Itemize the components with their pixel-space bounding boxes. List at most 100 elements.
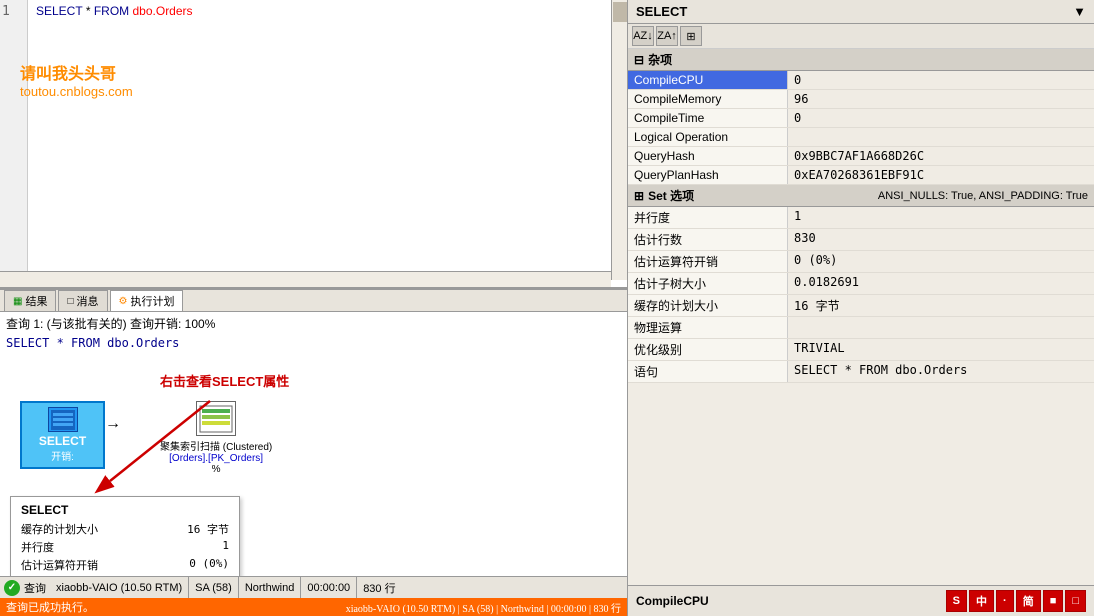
set-section: ⊞ Set 选项 ANSI_NULLS: True, ANSI_PADDING:… bbox=[628, 185, 1094, 383]
prop-row-physical-op: 物理运算 bbox=[628, 317, 1094, 339]
horizontal-scrollbar[interactable] bbox=[0, 271, 611, 287]
tooltip-val-3: 0.0182691 bbox=[169, 575, 229, 576]
misc-section-header[interactable]: ⊟ 杂项 bbox=[628, 49, 1094, 71]
tooltip-row-1: 并行度 1 bbox=[21, 539, 229, 555]
prop-val-compiletime: 0 bbox=[788, 109, 1094, 127]
status-items: xiaobb-VAIO (10.50 RTM) SA (58) Northwin… bbox=[50, 577, 402, 599]
prop-val-parallel: 1 bbox=[788, 207, 1094, 228]
scrollbar-thumb[interactable] bbox=[613, 2, 627, 22]
footer-btn-s[interactable]: S bbox=[946, 590, 967, 612]
tooltip-val-1: 1 bbox=[222, 539, 229, 555]
sql-star: * bbox=[86, 4, 94, 18]
watermark-url: toutou.cnblogs.com bbox=[20, 84, 133, 99]
right-panel: SELECT ▼ AZ↓ ZA↑ ⊞ ⊟ 杂项 bbox=[628, 0, 1094, 616]
grid-view-icon: ⊞ bbox=[686, 30, 695, 43]
prop-val-est-subtree: 0.0182691 bbox=[788, 273, 1094, 294]
footer-label: CompileCPU bbox=[636, 594, 709, 608]
sql-select-keyword: SELECT bbox=[36, 4, 82, 18]
tooltip-key-2: 估计运算符开销 bbox=[21, 557, 98, 573]
query-header: 查询 1: (与该批有关的) 查询开销: 100% bbox=[0, 312, 627, 335]
prop-key-logical-op: Logical Operation bbox=[628, 128, 788, 146]
plan-icon: ⚙ bbox=[119, 296, 128, 307]
prop-key-compilecpu: CompileCPU bbox=[628, 71, 788, 89]
set-section-label: Set 选项 bbox=[648, 187, 694, 204]
prop-val-statement: SELECT * FROM dbo.Orders bbox=[788, 361, 1094, 382]
prop-val-est-cost: 0 (0%) bbox=[788, 251, 1094, 272]
tab-execution-plan[interactable]: ⚙ 执行计划 bbox=[110, 290, 184, 311]
query-sql: SELECT * FROM dbo.Orders bbox=[0, 335, 627, 351]
status-db: Northwind bbox=[239, 577, 302, 599]
prop-key-cache-size: 缓存的计划大小 bbox=[628, 295, 788, 316]
left-panel: 1 SELECT * FROM dbo.Orders 请叫我头头哥 toutou… bbox=[0, 0, 628, 616]
prop-row-logical-op: Logical Operation bbox=[628, 128, 1094, 147]
prop-key-parallel: 并行度 bbox=[628, 207, 788, 228]
prop-row-est-cost: 估计运算符开销 0 (0%) bbox=[628, 251, 1094, 273]
prop-key-compiletime: CompileTime bbox=[628, 109, 788, 127]
select-icon-svg bbox=[51, 410, 75, 430]
error-text: 查询已成功执行。 bbox=[6, 599, 94, 615]
prop-row-compiletime: CompileTime 0 bbox=[628, 109, 1094, 128]
tooltip-box: SELECT 缓存的计划大小 16 字节 并行度 1 估计运算符开销 0 (0% bbox=[10, 496, 240, 576]
tooltip-key-1: 并行度 bbox=[21, 539, 54, 555]
prop-key-queryplanhash: QueryPlanHash bbox=[628, 166, 788, 184]
sql-from-keyword: FROM bbox=[94, 4, 129, 18]
plus-icon: ⊞ bbox=[634, 189, 644, 203]
error-bar-status: xiaobb-VAIO (10.50 RTM) | SA (58) | Nort… bbox=[346, 600, 621, 615]
sql-table: dbo.Orders bbox=[133, 4, 193, 18]
vertical-scrollbar[interactable] bbox=[611, 0, 627, 280]
results-area: 查询 1: (与该批有关的) 查询开销: 100% SELECT * FROM … bbox=[0, 312, 627, 576]
tab-messages[interactable]: □ 消息 bbox=[58, 290, 107, 311]
tooltip-val-2: 0 (0%) bbox=[189, 557, 229, 573]
sort-az-button[interactable]: AZ↓ bbox=[632, 26, 654, 46]
prop-key-statement: 语句 bbox=[628, 361, 788, 382]
tooltip-key-0: 缓存的计划大小 bbox=[21, 521, 98, 537]
tooltip-rows: 缓存的计划大小 16 字节 并行度 1 估计运算符开销 0 (0%) 估计子 bbox=[21, 521, 229, 576]
watermark-title: 请叫我头头哥 bbox=[20, 60, 133, 84]
sort-za-icon: ZA↑ bbox=[657, 30, 677, 42]
editor-main[interactable]: SELECT * FROM dbo.Orders bbox=[30, 0, 627, 22]
bottom-tabs: ▦ 结果 □ 消息 ⚙ 执行计划 bbox=[0, 290, 627, 312]
tab-plan-label: 执行计划 bbox=[130, 293, 174, 309]
minus-icon: ⊟ bbox=[634, 53, 644, 67]
select-node-label: SELECT bbox=[28, 434, 97, 448]
prop-val-cache-size: 16 字节 bbox=[788, 295, 1094, 316]
prop-val-physical-op bbox=[788, 317, 1094, 338]
right-footer: CompileCPU S 中 · 简 ■ □ bbox=[628, 585, 1094, 616]
prop-key-est-rows: 估计行数 bbox=[628, 229, 788, 250]
sort-za-button[interactable]: ZA↑ bbox=[656, 26, 678, 46]
footer-btn-box1[interactable]: ■ bbox=[1043, 590, 1064, 612]
prop-row-est-subtree: 估计子树大小 0.0182691 bbox=[628, 273, 1094, 295]
footer-btn-dot[interactable]: · bbox=[996, 590, 1014, 612]
watermark: 请叫我头头哥 toutou.cnblogs.com bbox=[20, 60, 133, 99]
messages-icon: □ bbox=[67, 296, 73, 307]
right-dropdown-arrow[interactable]: ▼ bbox=[1073, 4, 1086, 19]
prop-key-opt-level: 优化级别 bbox=[628, 339, 788, 360]
status-rows: 830 行 bbox=[357, 577, 401, 599]
prop-key-physical-op: 物理运算 bbox=[628, 317, 788, 338]
grid-view-button[interactable]: ⊞ bbox=[680, 26, 702, 46]
footer-btn-jian[interactable]: 简 bbox=[1016, 590, 1041, 612]
footer-btn-zh[interactable]: 中 bbox=[969, 590, 994, 612]
status-bar: ✓ 查询 xiaobb-VAIO (10.50 RTM) SA (58) Nor… bbox=[0, 576, 627, 598]
prop-val-queryhash: 0x9BBC7AF1A668D26C bbox=[788, 147, 1094, 165]
set-section-header[interactable]: ⊞ Set 选项 ANSI_NULLS: True, ANSI_PADDING:… bbox=[628, 185, 1094, 207]
footer-buttons: S 中 · 简 ■ □ bbox=[946, 590, 1086, 612]
tooltip-val-0: 16 字节 bbox=[187, 521, 229, 537]
prop-val-logical-op bbox=[788, 128, 1094, 146]
results-icon: ▦ bbox=[13, 296, 22, 307]
prop-row-compilecpu: CompileCPU 0 bbox=[628, 71, 1094, 90]
prop-key-compilememory: CompileMemory bbox=[628, 90, 788, 108]
prop-row-queryplanhash: QueryPlanHash 0xEA70268361EBF91C bbox=[628, 166, 1094, 185]
prop-row-est-rows: 估计行数 830 bbox=[628, 229, 1094, 251]
tab-messages-label: 消息 bbox=[77, 293, 99, 309]
footer-btn-box2[interactable]: □ bbox=[1065, 590, 1086, 612]
misc-section-label: 杂项 bbox=[648, 51, 672, 68]
tooltip-row-0: 缓存的计划大小 16 字节 bbox=[21, 521, 229, 537]
tooltip-row-3: 估计子树大小 0.0182691 bbox=[21, 575, 229, 576]
prop-key-est-subtree: 估计子树大小 bbox=[628, 273, 788, 294]
select-node[interactable]: SELECT 开销: bbox=[20, 401, 105, 469]
prop-key-est-cost: 估计运算符开销 bbox=[628, 251, 788, 272]
prop-val-est-rows: 830 bbox=[788, 229, 1094, 250]
set-val: ANSI_NULLS: True, ANSI_PADDING: True bbox=[878, 190, 1088, 202]
tab-results[interactable]: ▦ 结果 bbox=[4, 290, 56, 311]
